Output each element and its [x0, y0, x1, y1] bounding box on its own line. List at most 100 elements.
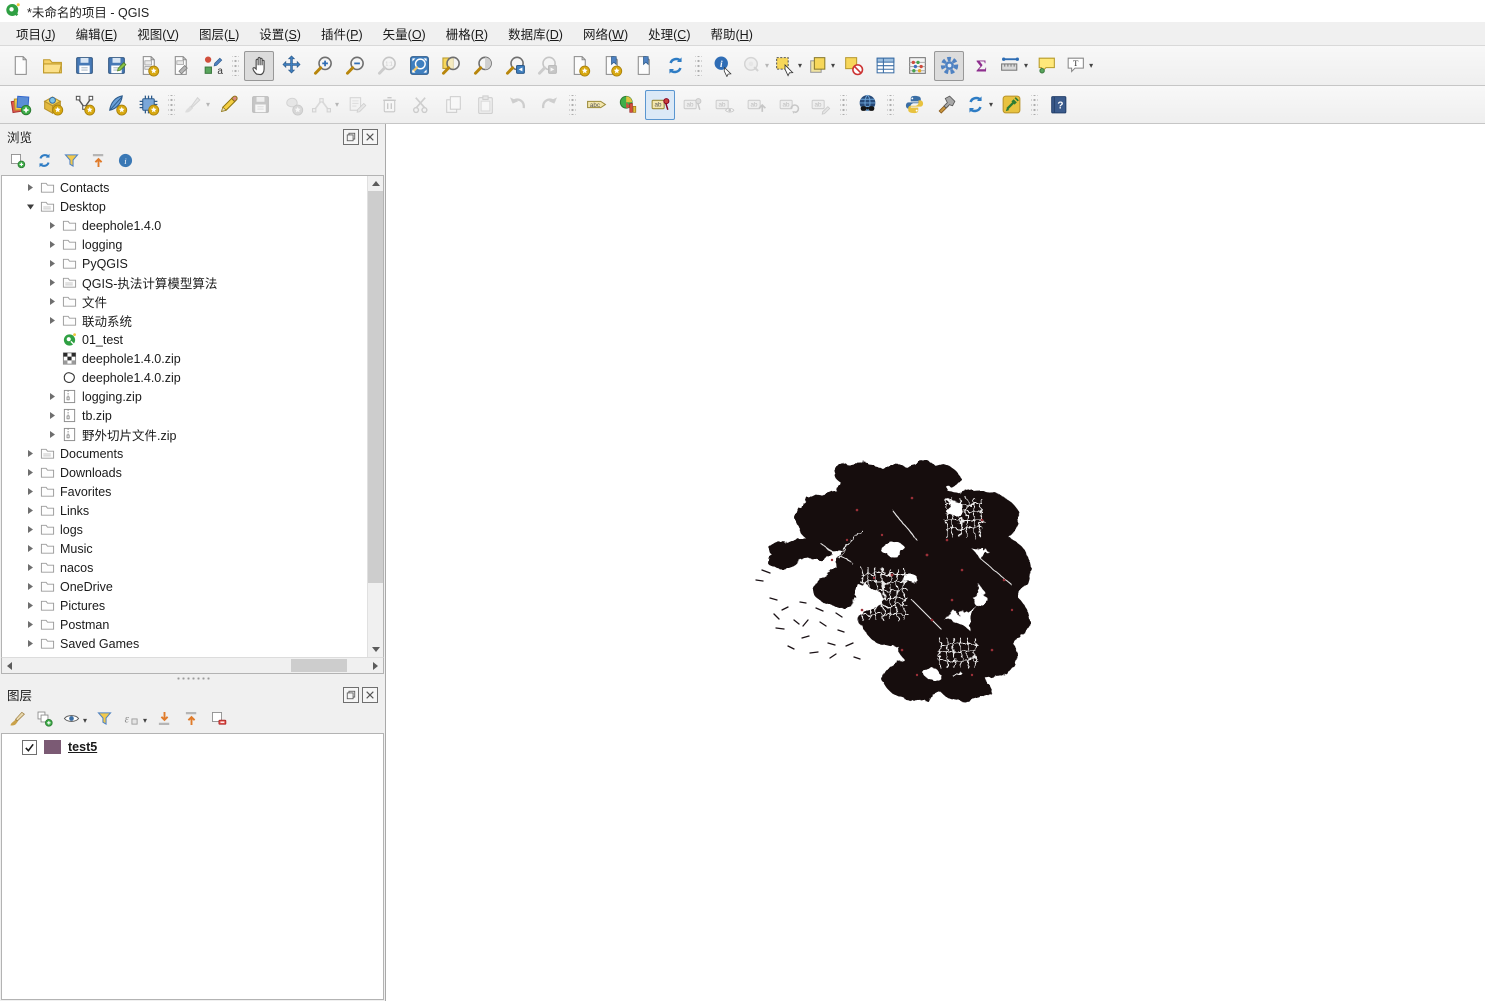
python-console-button[interactable] [899, 90, 929, 120]
manage-map-themes-button[interactable]: ▾ [62, 709, 87, 731]
expand-arrow-icon[interactable] [26, 506, 35, 515]
expand-arrow-icon[interactable] [26, 639, 35, 648]
save-project-as-button[interactable] [101, 51, 131, 81]
deselect-features-button[interactable] [838, 51, 868, 81]
quickmapservices-plugin-button[interactable] [996, 90, 1026, 120]
refresh-button[interactable] [35, 151, 54, 173]
text-annotation-button[interactable]: T ▾ [1063, 51, 1094, 81]
new-map-view-button[interactable] [564, 51, 594, 81]
expand-arrow-icon[interactable] [26, 544, 35, 553]
tree-item[interactable]: QGIS-执法计算模型算法 [2, 273, 367, 292]
expand-arrow-icon[interactable] [48, 221, 57, 230]
zoom-full-button[interactable] [404, 51, 434, 81]
browser-horizontal-scrollbar[interactable] [1, 657, 384, 674]
tree-item[interactable]: Downloads [2, 463, 367, 482]
save-project-button[interactable] [69, 51, 99, 81]
collapse-arrow-icon[interactable] [26, 202, 35, 211]
expand-arrow-icon[interactable] [26, 449, 35, 458]
dropdown-arrow-icon[interactable]: ▾ [1089, 61, 1093, 70]
dropdown-arrow-icon[interactable]: ▾ [831, 61, 835, 70]
data-source-manager-button[interactable] [5, 90, 35, 120]
tree-item[interactable]: Documents [2, 444, 367, 463]
zoom-last-button[interactable] [500, 51, 530, 81]
layers-close-icon[interactable] [362, 686, 378, 703]
layer-diagram-button[interactable] [613, 90, 643, 120]
tree-item[interactable]: logging.zip [2, 387, 367, 406]
pan-map-button[interactable] [244, 50, 274, 81]
remove-layer-button[interactable] [209, 709, 228, 731]
tree-item[interactable]: logs [2, 520, 367, 539]
statistical-summary-button[interactable]: Σ [966, 51, 996, 81]
browser-float-icon[interactable] [343, 128, 359, 145]
new-spatial-bookmark-button[interactable] [596, 51, 626, 81]
expand-arrow-icon[interactable] [48, 316, 57, 325]
expand-all-button[interactable] [155, 709, 174, 731]
pan-to-selection-button[interactable] [276, 51, 306, 81]
expand-arrow-icon[interactable] [48, 411, 57, 420]
select-by-form-button[interactable]: ▾ [805, 51, 836, 81]
processing-toolbox-button[interactable] [934, 50, 965, 81]
add-group-button[interactable] [35, 709, 54, 731]
tree-item[interactable]: tb.zip [2, 406, 367, 425]
scrollbar-thumb[interactable] [368, 191, 383, 583]
menu-vector[interactable]: 矢量(O) [373, 21, 436, 46]
new-project-button[interactable] [5, 51, 35, 81]
plugin-builder-button[interactable] [931, 90, 961, 120]
map-canvas[interactable] [386, 124, 1485, 1001]
expand-arrow-icon[interactable] [26, 487, 35, 496]
tree-item[interactable]: PyQGIS [2, 254, 367, 273]
collapse-all-button[interactable] [182, 709, 201, 731]
scroll-down-icon[interactable] [368, 642, 383, 657]
open-layer-styling-button[interactable] [8, 709, 27, 731]
panel-splitter[interactable] [0, 674, 385, 682]
layer-labeling-button[interactable]: abc [581, 90, 611, 120]
expand-arrow-icon[interactable] [26, 183, 35, 192]
dropdown-arrow-icon[interactable]: ▾ [83, 716, 87, 725]
zoom-to-selection-button[interactable] [436, 51, 466, 81]
style-manager-button[interactable]: a [197, 51, 227, 81]
expand-arrow-icon[interactable] [48, 259, 57, 268]
layer-name[interactable]: test5 [68, 740, 97, 754]
scroll-left-icon[interactable] [2, 658, 17, 673]
zoom-in-button[interactable] [308, 51, 338, 81]
expand-arrow-icon[interactable] [48, 278, 57, 287]
tree-item[interactable]: Pictures [2, 596, 367, 615]
plugin-reloader-button[interactable]: ▾ [963, 90, 994, 120]
browser-vertical-scrollbar[interactable] [367, 176, 383, 657]
new-virtual-layer-button[interactable] [133, 90, 163, 120]
show-layout-manager-button[interactable] [165, 51, 195, 81]
tree-item[interactable]: deephole1.4.0 [2, 216, 367, 235]
tree-item[interactable]: deephole1.4.0.zip [2, 349, 367, 368]
tree-item[interactable]: OneDrive [2, 577, 367, 596]
expand-arrow-icon[interactable] [26, 563, 35, 572]
new-print-layout-button[interactable] [133, 51, 163, 81]
tree-item[interactable]: 01_test [2, 330, 367, 349]
select-features-button[interactable]: ▾ [772, 51, 803, 81]
menu-help[interactable]: 帮助(H) [701, 21, 763, 46]
dropdown-arrow-icon[interactable]: ▾ [206, 100, 210, 109]
scrollbar-thumb[interactable] [290, 659, 347, 672]
tree-item[interactable]: logging [2, 235, 367, 254]
scroll-up-icon[interactable] [368, 176, 383, 191]
menu-layer[interactable]: 图层(L) [189, 21, 249, 46]
expand-arrow-icon[interactable] [26, 525, 35, 534]
new-spatialite-layer-button[interactable] [101, 90, 131, 120]
tree-item[interactable]: Links [2, 501, 367, 520]
expand-arrow-icon[interactable] [26, 582, 35, 591]
tree-item[interactable]: Music [2, 539, 367, 558]
expand-arrow-icon[interactable] [48, 240, 57, 249]
dropdown-arrow-icon[interactable]: ▾ [989, 100, 993, 109]
filter-by-expression-button[interactable]: ε ▾ [122, 709, 147, 731]
expand-arrow-icon[interactable] [48, 297, 57, 306]
tree-item[interactable]: Postman [2, 615, 367, 634]
layer-row[interactable]: test5 [2, 737, 383, 757]
tree-item[interactable]: nacos [2, 558, 367, 577]
tree-item[interactable]: Saved Games [2, 634, 367, 653]
tree-item[interactable]: Desktop [2, 197, 367, 216]
tree-item[interactable]: deephole1.4.0.zip [2, 368, 367, 387]
browser-close-icon[interactable] [362, 128, 378, 145]
layers-float-icon[interactable] [343, 686, 359, 703]
menu-web[interactable]: 网络(W) [573, 21, 638, 46]
expand-arrow-icon[interactable] [26, 601, 35, 610]
dropdown-arrow-icon[interactable]: ▾ [765, 61, 769, 70]
